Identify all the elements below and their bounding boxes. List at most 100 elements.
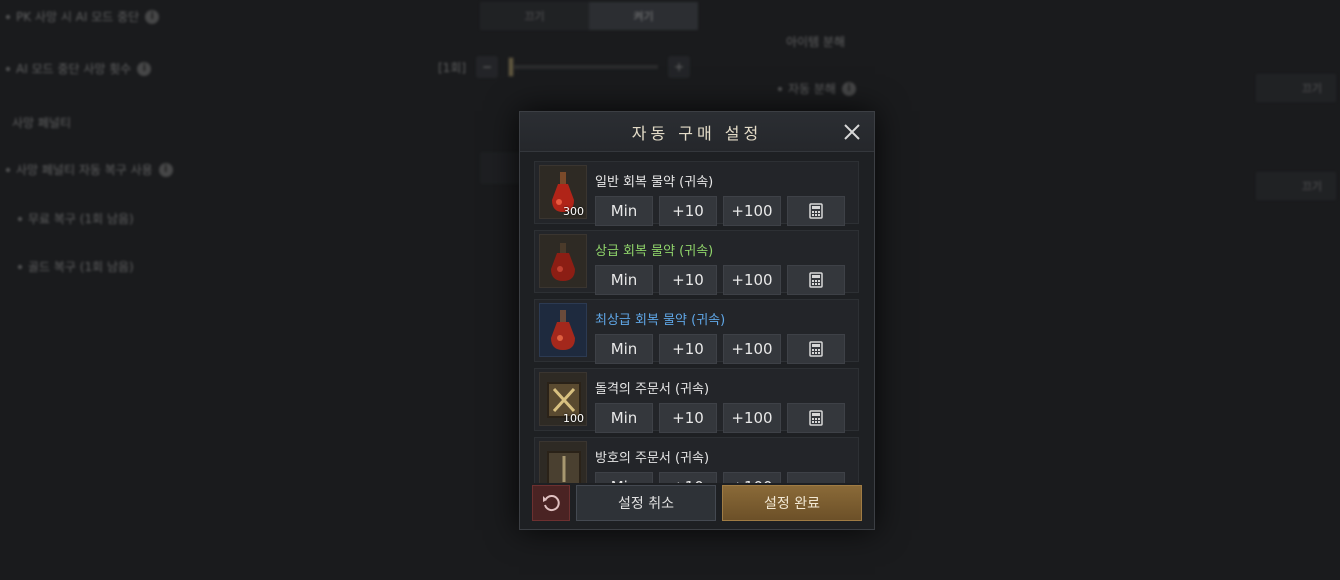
list-item: 상급 회복 물약 (귀속) Min +10 +100 — [534, 230, 859, 295]
quantity-buttons: Min +10 +100 — [595, 403, 854, 433]
item-thumbnail — [539, 441, 587, 483]
scroll-icon — [547, 451, 581, 483]
quantity-buttons: Min +10 +100 — [595, 334, 854, 364]
dialog-header: 자동 구매 설정 — [520, 112, 874, 152]
calculator-button[interactable] — [787, 334, 845, 364]
section-title: 아이템 분해 — [786, 35, 846, 49]
bullet — [778, 86, 782, 91]
list-item: 방호의 주문서 (귀속) Min +10 +100 — [534, 437, 859, 483]
reset-button[interactable] — [532, 485, 570, 521]
setting-row-auto-disassemble: 자동 분해 i — [778, 80, 856, 97]
plus-button[interactable]: + — [668, 56, 691, 78]
setting-row-auto-recover: 사망 페널티 자동 복구 사용 i — [6, 161, 173, 178]
plus-10-button[interactable]: +10 — [659, 196, 717, 226]
close-button[interactable] — [840, 120, 864, 144]
item-thumbnail — [539, 234, 587, 288]
bullet — [6, 66, 10, 71]
list-item: 100 돌격의 주문서 (귀속) Min +10 +100 — [534, 368, 859, 433]
setting-label: AI 모드 중단 사망 횟수 — [16, 62, 132, 76]
item-name: 최상급 회복 물약 (귀속) — [595, 313, 726, 328]
section-title: 사망 페널티 — [12, 116, 72, 130]
info-icon[interactable]: i — [158, 162, 173, 177]
reset-icon — [543, 495, 560, 512]
toggle-off-option[interactable]: 끄기 — [480, 2, 589, 30]
pk-toggle[interactable]: 끄기 켜기 — [480, 2, 698, 30]
item-quantity: 300 — [563, 205, 584, 218]
min-button[interactable]: Min — [595, 472, 653, 483]
item-list[interactable]: 300 일반 회복 물약 (귀속) Min +10 +100 상급 회복 물약 … — [534, 161, 859, 483]
setting-label: 자동 분해 — [788, 82, 836, 96]
item-body: 일반 회복 물약 (귀속) Min +10 +100 — [595, 165, 854, 226]
setting-label: PK 사망 시 AI 모드 중단 — [16, 10, 140, 24]
calculator-icon — [809, 272, 823, 288]
plus-10-button[interactable]: +10 — [659, 265, 717, 295]
item-thumbnail — [539, 303, 587, 357]
dialog-title: 자동 구매 설정 — [631, 123, 763, 143]
setting-label: 무료 복구 (1회 남음) — [28, 212, 134, 226]
calculator-button[interactable] — [787, 472, 845, 483]
auto-disassemble-toggle[interactable]: 끄기 — [1256, 74, 1336, 102]
quantity-buttons: Min +10 +100 — [595, 196, 854, 226]
slider-thumb[interactable] — [508, 57, 515, 77]
setting-row-death-count: AI 모드 중단 사망 횟수 i — [6, 60, 152, 77]
min-button[interactable]: Min — [595, 196, 653, 226]
toggle-on-option[interactable]: 켜기 — [589, 2, 698, 30]
slider-track[interactable] — [508, 57, 659, 77]
item-thumbnail: 100 — [539, 372, 587, 426]
min-button[interactable]: Min — [595, 334, 653, 364]
item-body: 최상급 회복 물약 (귀속) Min +10 +100 — [595, 303, 854, 364]
info-icon[interactable]: i — [145, 9, 160, 24]
list-item: 최상급 회복 물약 (귀속) Min +10 +100 — [534, 299, 859, 364]
minus-button[interactable]: − — [476, 56, 499, 78]
calculator-icon — [809, 203, 823, 219]
bullet — [18, 264, 22, 269]
cancel-button[interactable]: 설정 취소 — [576, 485, 716, 521]
item-name: 상급 회복 물약 (귀속) — [595, 244, 714, 259]
quantity-buttons: Min +10 +100 — [595, 265, 854, 295]
item-body: 상급 회복 물약 (귀속) Min +10 +100 — [595, 234, 854, 295]
plus-100-button[interactable]: +100 — [723, 472, 781, 483]
item-quantity: 100 — [563, 412, 584, 425]
item-name: 돌격의 주문서 (귀속) — [595, 382, 710, 397]
confirm-button[interactable]: 설정 완료 — [722, 485, 862, 521]
min-button[interactable]: Min — [595, 403, 653, 433]
calculator-icon — [809, 341, 823, 357]
calculator-button[interactable] — [787, 196, 845, 226]
plus-10-button[interactable]: +10 — [659, 334, 717, 364]
auto-purchase-dialog: 자동 구매 설정 300 일반 회복 물약 (귀속) Min +10 +100 … — [519, 111, 875, 530]
plus-10-button[interactable]: +10 — [659, 472, 717, 483]
close-icon — [844, 124, 860, 140]
blue-potion-icon — [551, 310, 575, 350]
bullet — [18, 216, 22, 221]
calculator-button[interactable] — [787, 403, 845, 433]
setting-row-pk-death: PK 사망 시 AI 모드 중단 i — [6, 8, 160, 25]
secondary-toggle[interactable]: 끄기 — [1256, 172, 1336, 200]
calculator-icon — [809, 410, 823, 426]
plus-100-button[interactable]: +100 — [723, 265, 781, 295]
item-body: 방호의 주문서 (귀속) Min +10 +100 — [595, 441, 854, 483]
quantity-buttons: Min +10 +100 — [595, 472, 854, 483]
dialog-footer: 설정 취소 설정 완료 — [532, 485, 862, 523]
section-death-penalty: 사망 페널티 — [12, 114, 71, 131]
death-count-slider: [1회] − + — [438, 56, 691, 78]
section-item-disassemble: 아이템 분해 — [786, 33, 845, 50]
min-button[interactable]: Min — [595, 265, 653, 295]
list-item: 300 일반 회복 물약 (귀속) Min +10 +100 — [534, 161, 859, 226]
item-name: 방호의 주문서 (귀속) — [595, 451, 710, 466]
plus-100-button[interactable]: +100 — [723, 403, 781, 433]
setting-label: 골드 복구 (1회 남음) — [28, 260, 134, 274]
setting-row-gold-recover: 골드 복구 (1회 남음) — [18, 258, 134, 275]
bullet — [6, 167, 10, 172]
slider-value: [1회] — [438, 60, 467, 75]
plus-100-button[interactable]: +100 — [723, 196, 781, 226]
calculator-button[interactable] — [787, 265, 845, 295]
item-name: 일반 회복 물약 (귀속) — [595, 175, 714, 190]
plus-100-button[interactable]: +100 — [723, 334, 781, 364]
item-thumbnail: 300 — [539, 165, 587, 219]
plus-10-button[interactable]: +10 — [659, 403, 717, 433]
setting-row-free-recover: 무료 복구 (1회 남음) — [18, 210, 134, 227]
info-icon[interactable]: i — [137, 61, 152, 76]
bullet — [6, 14, 10, 19]
info-icon[interactable]: i — [841, 81, 856, 96]
red-potion-icon — [551, 243, 575, 281]
